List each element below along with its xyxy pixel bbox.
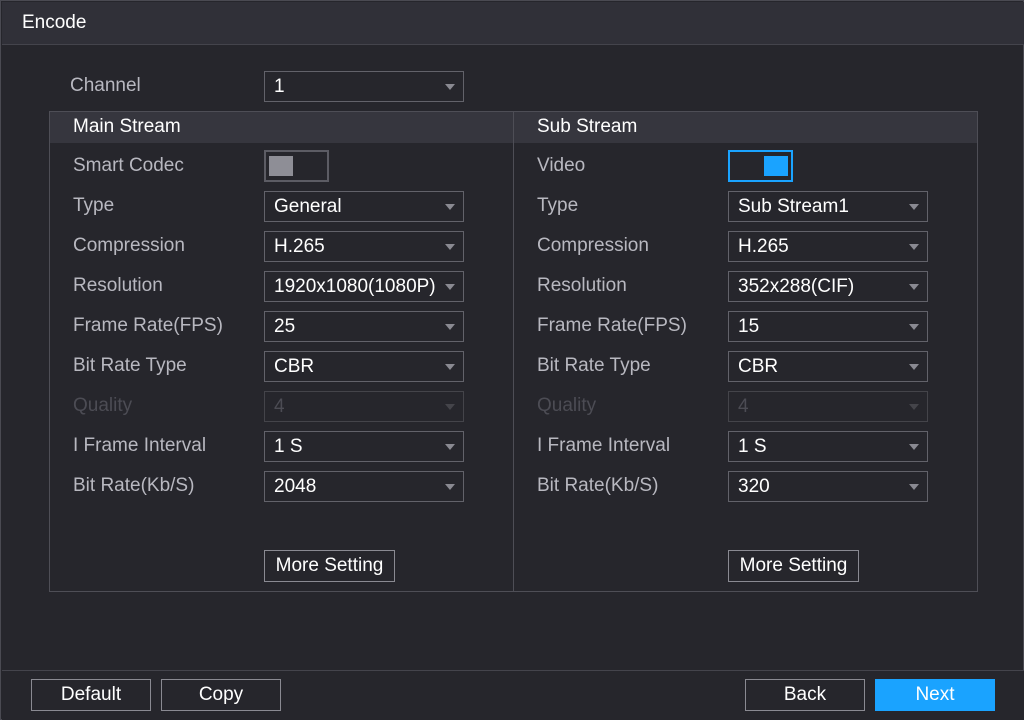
sub-quality-value: 4 [738, 396, 749, 417]
main-frame-rate-select[interactable]: 25 [264, 311, 464, 342]
smart-codec-label: Smart Codec [73, 155, 184, 176]
main-bit-rate-type-label: Bit Rate Type [73, 355, 187, 376]
chevron-down-icon [445, 444, 455, 450]
sub-stream-header: Sub Stream [514, 112, 977, 143]
chevron-down-icon [445, 84, 455, 90]
sub-frame-rate-label: Frame Rate(FPS) [537, 315, 687, 336]
main-resolution-select[interactable]: 1920x1080(1080P) [264, 271, 464, 302]
chevron-down-icon [445, 244, 455, 250]
toggle-knob [269, 156, 293, 176]
next-button[interactable]: Next [875, 679, 995, 711]
sub-bit-rate-select[interactable]: 320 [728, 471, 928, 502]
footer-bar [2, 670, 1024, 720]
main-type-select[interactable]: General [264, 191, 464, 222]
main-quality-label: Quality [73, 395, 133, 416]
main-compression-select[interactable]: H.265 [264, 231, 464, 262]
chevron-down-icon [909, 244, 919, 250]
main-quality-value: 4 [274, 396, 285, 417]
main-quality-select: 4 [264, 391, 464, 422]
chevron-down-icon [909, 444, 919, 450]
sub-stream-title: Sub Stream [537, 116, 638, 137]
chevron-down-icon [445, 284, 455, 290]
sub-resolution-label: Resolution [537, 275, 627, 296]
sub-bit-rate-type-label: Bit Rate Type [537, 355, 651, 376]
sub-quality-select: 4 [728, 391, 928, 422]
video-label: Video [537, 155, 586, 176]
sub-compression-label: Compression [537, 235, 649, 256]
title-bar: Encode [2, 2, 1024, 45]
video-toggle[interactable] [728, 150, 793, 182]
main-bit-rate-type-select[interactable]: CBR [264, 351, 464, 382]
sub-i-frame-interval-select[interactable]: 1 S [728, 431, 928, 462]
main-compression-label: Compression [73, 235, 185, 256]
main-resolution-value: 1920x1080(1080P) [274, 276, 436, 297]
main-stream-header: Main Stream [50, 112, 513, 143]
chevron-down-icon [445, 204, 455, 210]
main-i-frame-interval-select[interactable]: 1 S [264, 431, 464, 462]
window-title: Encode [22, 12, 87, 33]
main-more-setting-button[interactable]: More Setting [264, 550, 395, 582]
sub-i-frame-interval-value: 1 S [738, 436, 767, 457]
main-i-frame-interval-label: I Frame Interval [73, 435, 207, 456]
main-bit-rate-value: 2048 [274, 476, 317, 497]
default-button[interactable]: Default [31, 679, 151, 711]
sub-resolution-select[interactable]: 352x288(CIF) [728, 271, 928, 302]
channel-select[interactable]: 1 [264, 71, 464, 102]
sub-bit-rate-type-select[interactable]: CBR [728, 351, 928, 382]
main-stream-title: Main Stream [73, 116, 181, 137]
channel-value: 1 [274, 76, 285, 97]
back-button[interactable]: Back [745, 679, 865, 711]
chevron-down-icon [909, 204, 919, 210]
chevron-down-icon [909, 284, 919, 290]
main-resolution-label: Resolution [73, 275, 163, 296]
chevron-down-icon [909, 324, 919, 330]
sub-type-select[interactable]: Sub Stream1 [728, 191, 928, 222]
main-bit-rate-type-value: CBR [274, 356, 315, 377]
sub-i-frame-interval-label: I Frame Interval [537, 435, 671, 456]
sub-type-value: Sub Stream1 [738, 196, 849, 217]
chevron-down-icon [445, 484, 455, 490]
chevron-down-icon [445, 364, 455, 370]
sub-type-label: Type [537, 195, 579, 216]
main-compression-value: H.265 [274, 236, 325, 257]
chevron-down-icon [909, 404, 919, 410]
main-i-frame-interval-value: 1 S [274, 436, 303, 457]
main-bit-rate-label: Bit Rate(Kb/S) [73, 475, 195, 496]
sub-more-setting-button[interactable]: More Setting [728, 550, 859, 582]
sub-frame-rate-value: 15 [738, 316, 760, 337]
sub-bit-rate-value: 320 [738, 476, 770, 497]
main-frame-rate-value: 25 [274, 316, 296, 337]
chevron-down-icon [445, 404, 455, 410]
copy-button[interactable]: Copy [161, 679, 281, 711]
encode-window: Encode Channel 1 Main Stream Sub Stream … [0, 0, 1024, 720]
sub-compression-select[interactable]: H.265 [728, 231, 928, 262]
channel-label: Channel [70, 75, 141, 96]
sub-bit-rate-type-value: CBR [738, 356, 779, 377]
chevron-down-icon [909, 484, 919, 490]
toggle-knob [764, 156, 788, 176]
main-type-value: General [274, 196, 342, 217]
sub-frame-rate-select[interactable]: 15 [728, 311, 928, 342]
main-type-label: Type [73, 195, 115, 216]
sub-resolution-value: 352x288(CIF) [738, 276, 855, 297]
sub-bit-rate-label: Bit Rate(Kb/S) [537, 475, 659, 496]
sub-compression-value: H.265 [738, 236, 789, 257]
sub-quality-label: Quality [537, 395, 597, 416]
smart-codec-toggle[interactable] [264, 150, 329, 182]
chevron-down-icon [909, 364, 919, 370]
chevron-down-icon [445, 324, 455, 330]
main-bit-rate-select[interactable]: 2048 [264, 471, 464, 502]
main-frame-rate-label: Frame Rate(FPS) [73, 315, 223, 336]
